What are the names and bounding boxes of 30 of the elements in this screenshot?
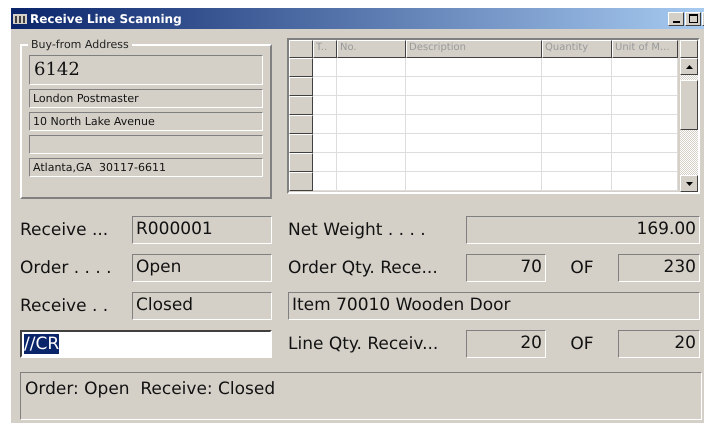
address-field: 10 North Lake Avenue	[29, 112, 263, 131]
address-field: 6142	[29, 55, 263, 85]
of-label: OF	[569, 258, 595, 278]
field-label: Line Qty. Receiv...	[288, 334, 440, 354]
column-header[interactable]: Unit of M...	[612, 40, 678, 58]
column-header[interactable]: T..	[313, 40, 337, 58]
field-label: Receive . .	[20, 296, 110, 316]
address-field: Atlanta,GA 30117-6611	[29, 158, 263, 177]
column-header[interactable]: No.	[337, 40, 406, 58]
value-field: 20	[618, 330, 700, 358]
scan-input[interactable]: //CR	[20, 330, 272, 358]
value-field: 230	[618, 254, 700, 282]
window-title: Receive Line Scanning	[30, 12, 183, 26]
status-message: Order: Open Receive: Closed	[20, 372, 702, 420]
group-label: Buy-from Address	[28, 38, 132, 51]
value-field: Item 70010 Wooden Door	[288, 292, 700, 320]
field-label: Order Qty. Rece...	[288, 258, 439, 278]
value-field: 70	[466, 254, 546, 282]
value-field: R000001	[132, 216, 272, 244]
value-field: 20	[466, 330, 546, 358]
field-label: Order . . . .	[20, 258, 113, 278]
column-header[interactable]: Quantity	[542, 40, 612, 58]
column-header[interactable]: Description	[406, 40, 542, 58]
field-label: Net Weight . . . .	[288, 220, 427, 240]
value-field: Closed	[132, 292, 272, 320]
value-field: Open	[132, 254, 272, 282]
address-field: London Postmaster	[29, 89, 263, 108]
field-label: Receive ...	[20, 220, 110, 240]
value-field: 169.00	[466, 216, 700, 244]
of-label: OF	[569, 334, 595, 354]
